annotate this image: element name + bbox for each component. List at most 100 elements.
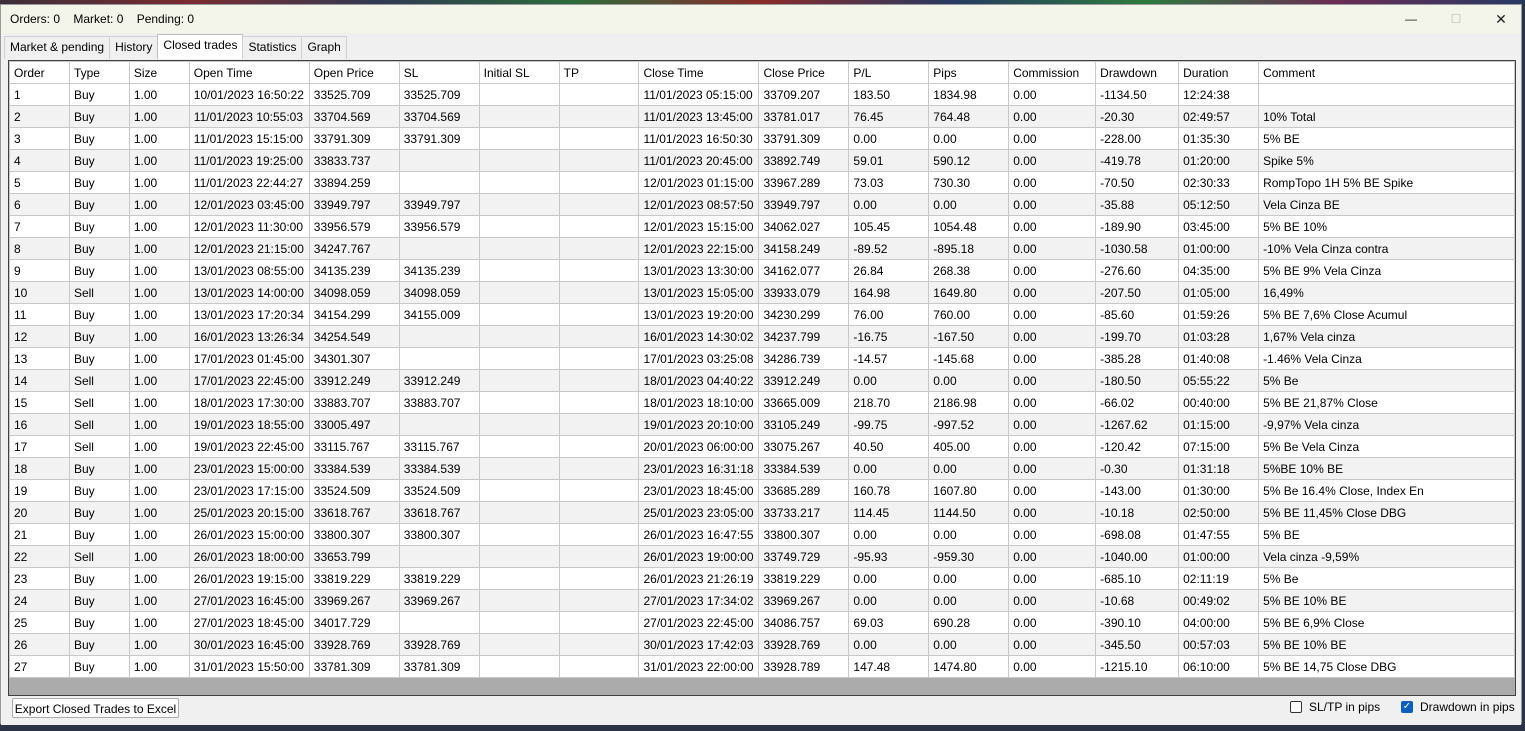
title-bar[interactable]: Orders: 0 Market: 0 Pending: 0 — ☐ ✕ <box>1 5 1521 33</box>
close-button[interactable]: ✕ <box>1481 7 1521 31</box>
col-header-drawdown[interactable]: Drawdown <box>1095 61 1180 84</box>
cell-tp <box>558 633 640 656</box>
col-header-type[interactable]: Type <box>68 61 130 84</box>
table-row[interactable]: 9 Buy 1.00 13/01/2023 08:55:00 34135.239 3413… <box>9 259 1515 282</box>
col-header-tp[interactable]: TP <box>558 61 640 84</box>
cell-commission: 0.00 <box>1008 215 1097 238</box>
cell-initial-sl <box>478 501 560 524</box>
table-row[interactable]: 21 Buy 1.00 26/01/2023 15:00:00 33800.307 338… <box>9 523 1515 546</box>
maximize-button[interactable]: ☐ <box>1436 7 1476 31</box>
sltp-checkbox-box[interactable] <box>1290 701 1302 713</box>
tab-history[interactable]: History <box>109 36 159 59</box>
cell-open-time: 13/01/2023 17:20:34 <box>188 303 310 326</box>
drawdown-in-pips-checkbox[interactable]: ✓ Drawdown in pips <box>1401 700 1515 714</box>
cell-sl: 33819.229 <box>398 567 480 590</box>
tab-graph[interactable]: Graph <box>301 36 347 59</box>
cell-pips: 0.00 <box>928 567 1010 590</box>
cell-pl: 183.50 <box>848 83 930 106</box>
cell-order: 8 <box>9 237 70 260</box>
table-row[interactable]: 15 Sell 1.00 18/01/2023 17:30:00 33883.707 33… <box>9 391 1515 414</box>
table-row[interactable]: 18 Buy 1.00 23/01/2023 15:00:00 33384.539 333… <box>9 457 1515 480</box>
cell-commission: 0.00 <box>1008 369 1097 392</box>
cell-initial-sl <box>478 413 560 436</box>
cell-initial-sl <box>478 259 560 282</box>
tab-market-pending[interactable]: Market & pending <box>4 36 111 59</box>
col-header-commission[interactable]: Commission <box>1008 61 1097 84</box>
cell-open-price: 34017.729 <box>308 611 400 634</box>
cell-pl: 40.50 <box>848 435 930 458</box>
cell-pips: -997.52 <box>928 413 1010 436</box>
cell-comment: 5% Be Vela Cinza <box>1258 435 1515 458</box>
sltp-in-pips-checkbox[interactable]: SL/TP in pips <box>1290 700 1380 714</box>
table-row[interactable]: 13 Buy 1.00 17/01/2023 01:45:00 34301.307 17/… <box>9 347 1515 370</box>
cell-close-time: 27/01/2023 17:34:02 <box>638 589 760 612</box>
table-row[interactable]: 20 Buy 1.00 25/01/2023 20:15:00 33618.767 336… <box>9 501 1515 524</box>
cell-order: 3 <box>9 127 70 150</box>
col-header-order[interactable]: Order <box>9 61 70 84</box>
table-row[interactable]: 10 Sell 1.00 13/01/2023 14:00:00 34098.059 34… <box>9 281 1515 304</box>
cell-close-price: 33967.289 <box>758 171 850 194</box>
table-row[interactable]: 6 Buy 1.00 12/01/2023 03:45:00 33949.797 3394… <box>9 193 1515 216</box>
cell-duration: 00:40:00 <box>1178 391 1260 414</box>
cell-open-price: 33704.569 <box>308 105 400 128</box>
cell-initial-sl <box>478 281 560 304</box>
table-row[interactable]: 3 Buy 1.00 11/01/2023 15:15:00 33791.309 3379… <box>9 127 1515 150</box>
col-header-pips[interactable]: Pips <box>928 61 1010 84</box>
col-header-comment[interactable]: Comment <box>1258 61 1515 84</box>
table-row[interactable]: 24 Buy 1.00 27/01/2023 16:45:00 33969.267 339… <box>9 589 1515 612</box>
cell-comment: Vela Cinza BE <box>1258 193 1515 216</box>
minimize-button[interactable]: — <box>1391 7 1431 31</box>
table-row[interactable]: 14 Sell 1.00 17/01/2023 22:45:00 33912.249 33… <box>9 369 1515 392</box>
table-row[interactable]: 2 Buy 1.00 11/01/2023 10:55:03 33704.569 3370… <box>9 105 1515 128</box>
table-row[interactable]: 7 Buy 1.00 12/01/2023 11:30:00 33956.579 3395… <box>9 215 1515 238</box>
table-row[interactable]: 17 Sell 1.00 19/01/2023 22:45:00 33115.767 33… <box>9 435 1515 458</box>
cell-drawdown: -685.10 <box>1095 567 1180 590</box>
cell-pips: 1474.80 <box>928 655 1010 678</box>
cell-commission: 0.00 <box>1008 83 1097 106</box>
cell-type: Sell <box>68 281 130 304</box>
col-header-initial-sl[interactable]: Initial SL <box>478 61 560 84</box>
cell-tp <box>558 589 640 612</box>
col-header-open-time[interactable]: Open Time <box>188 61 310 84</box>
table-row[interactable]: 5 Buy 1.00 11/01/2023 22:44:27 33894.259 12/0… <box>9 171 1515 194</box>
col-header-sl[interactable]: SL <box>398 61 480 84</box>
table-row[interactable]: 8 Buy 1.00 12/01/2023 21:15:00 34247.767 12/0… <box>9 237 1515 260</box>
table-row[interactable]: 11 Buy 1.00 13/01/2023 17:20:34 34154.299 341… <box>9 303 1515 326</box>
table-row[interactable]: 23 Buy 1.00 26/01/2023 19:15:00 33819.229 338… <box>9 567 1515 590</box>
export-excel-button[interactable]: Export Closed Trades to Excel <box>12 698 179 718</box>
cell-order: 25 <box>9 611 70 634</box>
col-header-duration[interactable]: Duration <box>1178 61 1260 84</box>
table-row[interactable]: 16 Sell 1.00 19/01/2023 18:55:00 33005.497 19… <box>9 413 1515 436</box>
table-row[interactable]: 26 Buy 1.00 30/01/2023 16:45:00 33928.769 339… <box>9 633 1515 656</box>
table-row[interactable]: 12 Buy 1.00 16/01/2023 13:26:34 34254.549 16/… <box>9 325 1515 348</box>
drawdown-checkbox-box[interactable]: ✓ <box>1401 701 1413 713</box>
table-row[interactable]: 1 Buy 1.00 10/01/2023 16:50:22 33525.709 3352… <box>9 83 1515 106</box>
cell-drawdown: -698.08 <box>1095 523 1180 546</box>
closed-trades-grid[interactable]: Order Type Size Open Time Open Price SL … <box>8 60 1516 696</box>
cell-close-price: 34158.249 <box>758 237 850 260</box>
table-row[interactable]: 4 Buy 1.00 11/01/2023 19:25:00 33833.737 11/0… <box>9 149 1515 172</box>
col-header-open-price[interactable]: Open Price <box>308 61 400 84</box>
cell-drawdown: -1215.10 <box>1095 655 1180 678</box>
cell-tp <box>558 127 640 150</box>
cell-pl: 59.01 <box>848 149 930 172</box>
table-row[interactable]: 27 Buy 1.00 31/01/2023 15:50:00 33781.309 337… <box>9 655 1515 678</box>
col-header-close-time[interactable]: Close Time <box>638 61 760 84</box>
col-header-size[interactable]: Size <box>128 61 190 84</box>
cell-type: Buy <box>68 83 130 106</box>
cell-comment: 5% BE 6,9% Close <box>1258 611 1515 634</box>
cell-order: 17 <box>9 435 70 458</box>
cell-duration: 02:30:33 <box>1178 171 1260 194</box>
tab-statistics[interactable]: Statistics <box>242 36 303 59</box>
table-row[interactable]: 25 Buy 1.00 27/01/2023 18:45:00 34017.729 27/… <box>9 611 1515 634</box>
cell-duration: 00:57:03 <box>1178 633 1260 656</box>
col-header-close-price[interactable]: Close Price <box>758 61 850 84</box>
cell-sl: 33800.307 <box>398 523 480 546</box>
col-header-pl[interactable]: P/L <box>848 61 930 84</box>
table-row[interactable]: 19 Buy 1.00 23/01/2023 17:15:00 33524.509 335… <box>9 479 1515 502</box>
table-row[interactable]: 22 Sell 1.00 26/01/2023 18:00:00 33653.799 26… <box>9 545 1515 568</box>
cell-tp <box>558 413 640 436</box>
cell-initial-sl <box>478 215 560 238</box>
tab-closed-trades[interactable]: Closed trades <box>157 34 244 59</box>
cell-comment: 5% BE 14,75 Close DBG <box>1258 655 1515 678</box>
